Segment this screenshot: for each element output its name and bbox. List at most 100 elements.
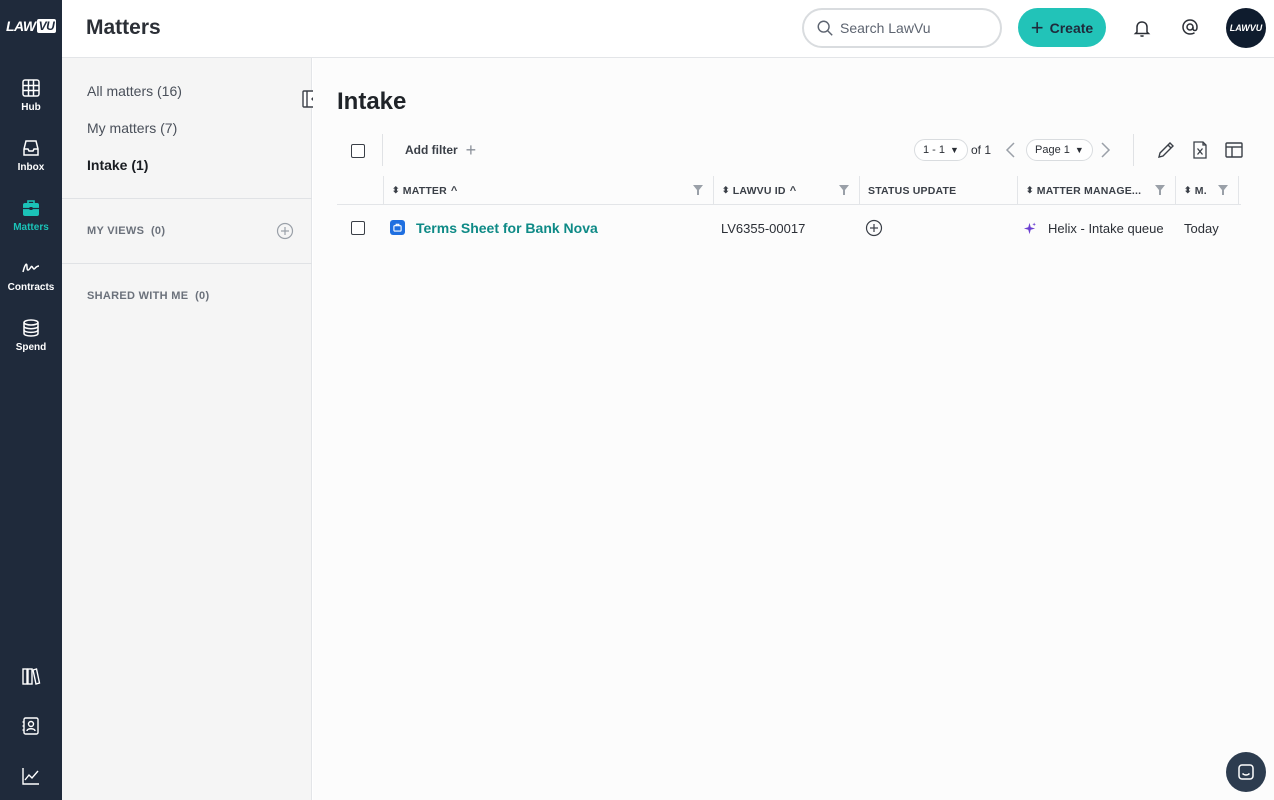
column-header-matter-manager[interactable]: ⬍ MATTER MANAGE... (1017, 176, 1175, 205)
helix-sparkle-icon (1023, 221, 1036, 234)
pencil-icon[interactable] (1156, 140, 1176, 160)
plus-icon: + (465, 140, 477, 160)
filter-icon[interactable] (1218, 185, 1228, 195)
chevron-left-icon[interactable] (1003, 141, 1019, 159)
sort-icon: ⬍ (1184, 185, 1192, 195)
nav-item-contacts[interactable] (0, 711, 62, 741)
nav-item-matters[interactable]: Matters (0, 198, 62, 248)
table-row[interactable]: Terms Sheet for Bank Nova LV6355-00017 H… (337, 208, 1241, 248)
page-select[interactable]: Page 1 ▼ (1026, 139, 1093, 161)
nav-label-hub: Hub (21, 102, 41, 113)
nav-item-contracts[interactable]: Contracts (0, 258, 62, 308)
lawvu-logo[interactable]: LAW VU (6, 18, 57, 34)
shared-with-me-heading: SHARED WITH ME (0) (87, 290, 209, 302)
contacts-icon (22, 717, 39, 735)
nav-item-library[interactable] (0, 661, 62, 691)
modified-cell: Today (1184, 220, 1219, 236)
column-label: M. (1194, 184, 1207, 197)
column-label: MATTER MANAGE... (1036, 184, 1142, 197)
caret-down-icon: ▼ (950, 145, 959, 155)
view-count: (16) (157, 83, 182, 99)
range-select[interactable]: 1 - 1 ▼ (914, 139, 968, 161)
plus-icon: + (1030, 14, 1044, 40)
page-label: Page 1 (1035, 144, 1070, 156)
range-label: 1 - 1 (923, 144, 946, 156)
divider (62, 198, 312, 199)
nav-label-contracts: Contracts (7, 282, 55, 293)
column-header-matter[interactable]: ⬍ MATTER ^ (383, 176, 713, 205)
create-button[interactable]: + Create (1018, 8, 1106, 47)
add-filter-label: Add filter (405, 143, 458, 157)
shared-label: SHARED WITH ME (87, 290, 189, 302)
chevron-right-icon[interactable] (1097, 141, 1113, 159)
library-icon (22, 668, 41, 685)
nav-label-inbox: Inbox (17, 162, 45, 173)
list-title: Intake (337, 88, 407, 115)
grid-icon (22, 79, 40, 97)
main-content: Intake Add filter + 1 - 1 ▼ of 1 Page 1 ▼ … (313, 58, 1274, 800)
avatar[interactable]: LAWVU (1226, 8, 1266, 48)
sort-icon: ⬍ (392, 185, 400, 195)
select-all-checkbox[interactable] (351, 144, 365, 158)
add-view-icon[interactable] (276, 222, 294, 240)
add-status-icon[interactable] (865, 219, 883, 237)
excel-export-icon[interactable] (1190, 140, 1210, 160)
matter-link[interactable]: Terms Sheet for Bank Nova (416, 220, 598, 236)
matter-briefcase-icon (390, 219, 405, 235)
view-my-matters[interactable]: My matters (7) (87, 120, 177, 136)
chat-icon (1238, 764, 1254, 780)
column-label: MATTER (402, 184, 447, 197)
nav-item-spend[interactable]: Spend (0, 318, 62, 368)
nav-label-spend: Spend (15, 342, 47, 353)
toolbar-divider (382, 134, 383, 166)
nav-item-hub[interactable]: Hub (0, 78, 62, 128)
reports-icon (22, 768, 39, 785)
views-sidebar: All matters (16) My matters (7) Intake (… (62, 58, 312, 800)
chat-button[interactable] (1226, 752, 1266, 792)
view-label: My matters (87, 120, 157, 136)
app-nav: LAW VU Hub Inbox Matters Contracts Spend (0, 0, 62, 800)
row-checkbox[interactable] (351, 221, 365, 235)
top-bar: Matters + Create LAWVU (62, 0, 1274, 58)
page-title: Matters (86, 16, 161, 39)
bell-icon[interactable] (1132, 18, 1152, 38)
briefcase-icon (23, 200, 39, 216)
table-header: ⬍ MATTER ^ ⬍ LAWVU ID ^ STATUS UPDATE ⬍ MATTE… (337, 176, 1241, 205)
add-filter-button[interactable]: Add filter + (405, 140, 477, 160)
my-views-heading: MY VIEWS (0) (87, 225, 165, 237)
shared-count: (0) (195, 290, 210, 302)
column-label: LAWVU ID (732, 184, 786, 197)
status-update-cell (865, 208, 883, 248)
nav-item-inbox[interactable]: Inbox (0, 138, 62, 188)
logo-text-law: LAW (6, 18, 36, 34)
filter-icon[interactable] (839, 185, 849, 195)
coins-icon (23, 319, 39, 337)
nav-label-matters: Matters (13, 222, 49, 233)
my-views-count: (0) (150, 225, 166, 237)
mentions-icon[interactable] (1180, 17, 1200, 37)
divider (62, 263, 312, 264)
nav-item-reports[interactable] (0, 761, 62, 791)
column-header-modified[interactable]: ⬍ M. (1175, 176, 1239, 205)
signature-icon (22, 263, 40, 273)
sort-icon: ⬍ (1026, 185, 1034, 195)
columns-icon[interactable] (1224, 140, 1244, 160)
search-input[interactable] (840, 20, 990, 36)
caret-down-icon: ▼ (1074, 145, 1084, 155)
column-header-lawvu-id[interactable]: ⬍ LAWVU ID ^ (713, 176, 859, 205)
filter-icon[interactable] (693, 185, 703, 195)
view-label: Intake (87, 157, 128, 173)
filter-icon[interactable] (1155, 185, 1165, 195)
matter-cell: Terms Sheet for Bank Nova (390, 208, 598, 248)
column-header-status-update[interactable]: STATUS UPDATE (859, 176, 1017, 205)
total-pages: of 1 (971, 143, 992, 157)
search-icon (817, 20, 833, 36)
sort-ascending-icon: ^ (789, 184, 797, 197)
view-all-matters[interactable]: All matters (16) (87, 83, 182, 99)
inbox-icon (23, 140, 39, 156)
view-intake[interactable]: Intake (1) (87, 157, 148, 173)
manager-name: Helix - Intake queue (1048, 220, 1164, 236)
search-box[interactable] (802, 8, 1002, 48)
manager-cell: Helix - Intake queue (1023, 208, 1164, 248)
logo-text-vu: VU (36, 19, 57, 33)
